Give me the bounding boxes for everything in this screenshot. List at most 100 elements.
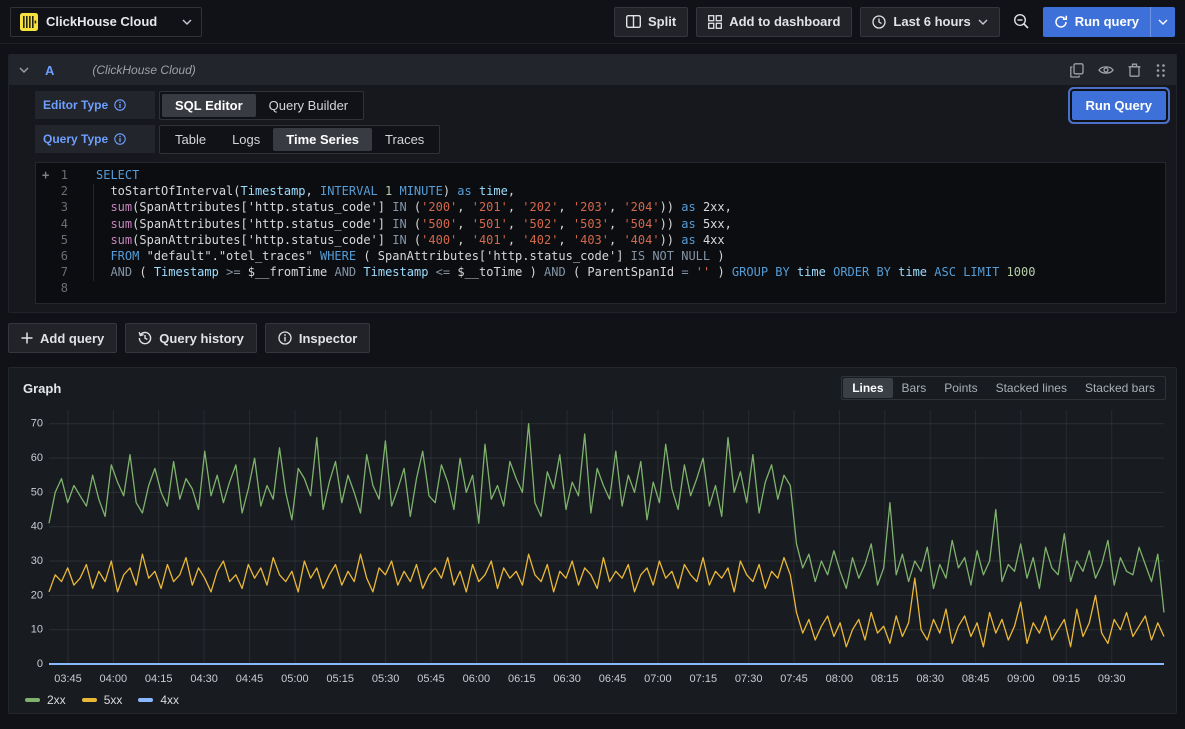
query-editor-panel: A (ClickHouse Cloud): [8, 54, 1177, 313]
code-line: 4 sum(SpanAttributes['http.status_code']…: [36, 216, 1165, 232]
add-line-icon[interactable]: +: [42, 167, 49, 183]
graph-mode-lines[interactable]: Lines: [843, 378, 892, 398]
sql-code-editor[interactable]: +1SELECT2 toStartOfInterval(Timestamp, I…: [35, 162, 1166, 304]
x-tick-label: 05:00: [281, 673, 309, 685]
y-tick-label: 60: [31, 452, 43, 464]
x-tick-label: 08:45: [962, 673, 990, 685]
query-type-label-text: Query Type: [43, 132, 108, 146]
graph-panel: Graph LinesBarsPointsStacked linesStacke…: [8, 367, 1177, 714]
legend-label-2xx: 2xx: [47, 693, 66, 707]
series-line-5xx: [49, 554, 1164, 647]
x-tick-label: 07:30: [735, 673, 763, 685]
add-query-button[interactable]: Add query: [8, 323, 117, 353]
query-type-label: Query Type: [35, 125, 155, 153]
legend-item-4xx[interactable]: 4xx: [138, 693, 179, 707]
x-tick-label: 06:15: [508, 673, 536, 685]
x-tick-label: 04:00: [100, 673, 128, 685]
graph-mode-bars[interactable]: Bars: [893, 378, 936, 398]
y-tick-label: 0: [37, 658, 43, 670]
code-line: 3 sum(SpanAttributes['http.status_code']…: [36, 199, 1165, 215]
query-type-option-logs[interactable]: Logs: [219, 128, 273, 151]
editor-type-option-query-builder[interactable]: Query Builder: [256, 94, 361, 117]
editor-type-label-text: Editor Type: [43, 98, 108, 112]
datasource-picker[interactable]: ClickHouse Cloud: [10, 7, 202, 37]
code-line: 7 AND ( Timestamp >= $__fromTime AND Tim…: [36, 264, 1165, 280]
code-line: 8: [36, 280, 1165, 296]
chevron-down-icon: [978, 19, 988, 25]
legend-swatch-4xx: [138, 698, 153, 702]
query-type-row: Query Type TableLogsTime SeriesTraces: [35, 125, 1166, 154]
time-range-label: Last 6 hours: [893, 14, 970, 29]
y-tick-label: 10: [31, 624, 43, 636]
graph-title: Graph: [19, 381, 61, 396]
x-tick-label: 07:15: [690, 673, 718, 685]
clock-icon: [872, 15, 886, 29]
disable-query-eye-icon[interactable]: [1098, 64, 1114, 76]
run-query-split-button[interactable]: Run query: [1043, 7, 1175, 37]
editor-type-toggle: SQL EditorQuery Builder: [159, 91, 364, 120]
x-tick-label: 09:15: [1053, 673, 1081, 685]
x-tick-label: 08:15: [871, 673, 899, 685]
info-icon[interactable]: [114, 133, 126, 145]
code-line: +1SELECT: [36, 167, 1165, 183]
split-button[interactable]: Split: [614, 7, 688, 37]
y-tick-label: 70: [31, 418, 43, 430]
explore-page: ClickHouse Cloud Split Add t: [0, 0, 1185, 714]
query-row-actions: [1070, 63, 1166, 78]
info-icon[interactable]: [114, 99, 126, 111]
code-line: 5 sum(SpanAttributes['http.status_code']…: [36, 232, 1165, 248]
collapse-chevron-icon[interactable]: [19, 67, 29, 73]
x-tick-label: 05:30: [372, 673, 400, 685]
drag-handle-icon[interactable]: [1155, 63, 1166, 78]
code-line: 2 toStartOfInterval(Timestamp, INTERVAL …: [36, 183, 1165, 199]
x-tick-label: 04:30: [190, 673, 218, 685]
delete-query-trash-icon[interactable]: [1128, 63, 1141, 77]
graph-mode-stacked-lines[interactable]: Stacked lines: [987, 378, 1076, 398]
graph-mode-stacked-bars[interactable]: Stacked bars: [1076, 378, 1164, 398]
query-type-option-traces[interactable]: Traces: [372, 128, 437, 151]
zoom-out-icon: [1013, 13, 1030, 30]
series-line-2xx: [49, 424, 1164, 613]
clickhouse-logo-icon: [20, 13, 38, 31]
duplicate-query-icon[interactable]: [1070, 63, 1084, 78]
refresh-icon: [1054, 15, 1068, 29]
x-tick-label: 06:30: [553, 673, 581, 685]
query-type-option-time-series[interactable]: Time Series: [273, 128, 372, 151]
split-label: Split: [648, 14, 676, 29]
legend-item-2xx[interactable]: 2xx: [25, 693, 66, 707]
run-query-button[interactable]: Run Query: [1072, 91, 1166, 120]
x-tick-label: 05:15: [326, 673, 354, 685]
editor-type-row: Editor Type SQL EditorQuery Builder: [35, 91, 1166, 120]
split-pane-icon: [626, 15, 641, 28]
y-tick-label: 30: [31, 555, 43, 567]
explore-actions: Add query Query history Inspector: [8, 323, 1177, 353]
legend-label-5xx: 5xx: [104, 693, 123, 707]
run-query-caret[interactable]: [1150, 7, 1175, 37]
inspector-button[interactable]: Inspector: [265, 323, 371, 353]
legend-item-5xx[interactable]: 5xx: [82, 693, 123, 707]
x-tick-label: 04:45: [236, 673, 264, 685]
add-query-label: Add query: [40, 331, 104, 346]
zoom-out-button[interactable]: [1008, 7, 1035, 37]
x-tick-label: 09:00: [1007, 673, 1035, 685]
info-circle-icon: [278, 331, 292, 345]
y-tick-label: 50: [31, 486, 43, 498]
editor-type-option-sql-editor[interactable]: SQL Editor: [162, 94, 256, 117]
query-history-button[interactable]: Query history: [125, 323, 257, 353]
x-tick-label: 07:00: [644, 673, 672, 685]
y-tick-label: 40: [31, 521, 43, 533]
graph-mode-points[interactable]: Points: [935, 378, 986, 398]
time-range-picker[interactable]: Last 6 hours: [860, 7, 999, 37]
time-series-chart[interactable]: 01020304050607003:4504:0004:1504:3004:45…: [19, 402, 1166, 690]
dashboard-grid-icon: [708, 15, 722, 29]
indent-guide: [93, 184, 94, 281]
code-line: 6 FROM "default"."otel_traces" WHERE ( S…: [36, 248, 1165, 264]
datasource-name: ClickHouse Cloud: [46, 14, 174, 29]
inspector-label: Inspector: [299, 331, 358, 346]
add-to-dashboard-button[interactable]: Add to dashboard: [696, 7, 852, 37]
add-to-dashboard-label: Add to dashboard: [729, 14, 840, 29]
query-row-header: A (ClickHouse Cloud): [9, 55, 1176, 85]
query-row-body: Run Query Editor Type SQL EditorQuery Bu…: [9, 85, 1176, 312]
chevron-down-icon: [182, 19, 192, 25]
query-type-option-table[interactable]: Table: [162, 128, 219, 151]
